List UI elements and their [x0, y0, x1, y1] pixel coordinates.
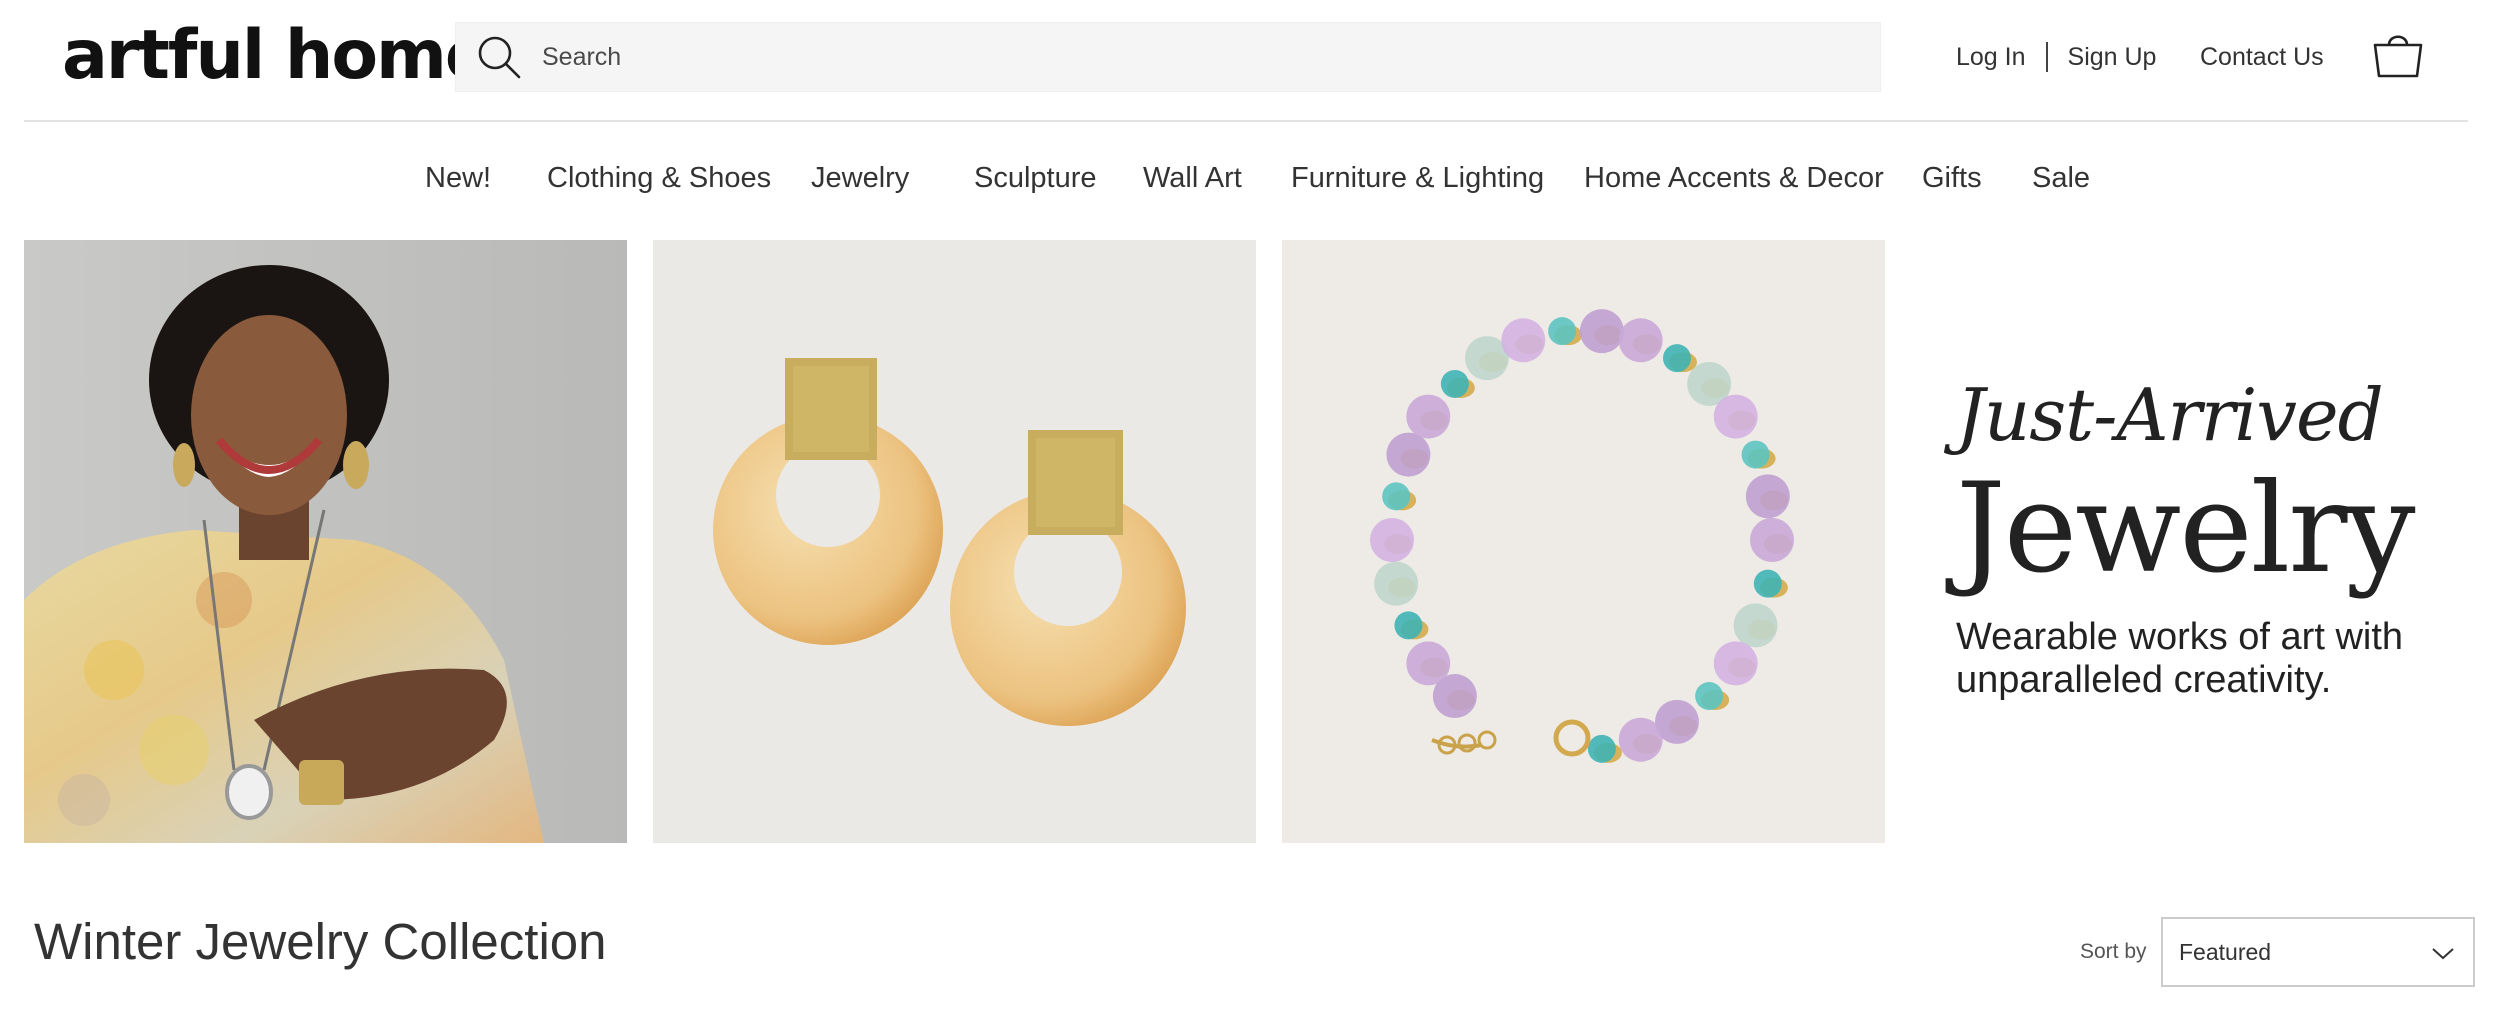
nav-item-home-accents-decor[interactable]: Home Accents & Decor [1584, 155, 1884, 201]
bracelet-bead [1548, 317, 1577, 346]
bracelet-bead [1386, 432, 1431, 477]
hero-promo: Just-Arrived Jewelry Wearable works of a… [1956, 370, 2476, 702]
sort-selected-value: Featured [2179, 938, 2272, 965]
collection-title: Winter Jewelry Collection [34, 913, 607, 970]
bracelet-bead [1394, 611, 1423, 640]
bracelet-bead [1663, 344, 1691, 373]
site-logo[interactable]: artful home [62, 20, 491, 92]
hero-subtitle-line-1: Wearable works of art with [1956, 616, 2404, 658]
bracelet-bead [1713, 641, 1758, 686]
contact-link[interactable]: Contact Us [2200, 38, 2324, 76]
header-divider [24, 120, 2468, 122]
hero-image-bracelet[interactable] [1282, 240, 1885, 843]
nav-item-new[interactable]: New! [425, 155, 491, 201]
hero-image-earrings[interactable] [653, 240, 1256, 843]
account-links: Log In Sign Up [1956, 38, 2156, 76]
hero-subtitle: Wearable works of art with unparalleled … [1956, 616, 2476, 702]
nav-item-furniture-lighting[interactable]: Furniture & Lighting [1291, 155, 1544, 201]
earrings-photo [653, 240, 1256, 843]
search-input[interactable] [542, 42, 1742, 72]
link-separator [2045, 42, 2048, 72]
bracelet-bead [1695, 682, 1724, 711]
hero-image-model[interactable] [24, 240, 627, 843]
nav-item-gifts[interactable]: Gifts [1922, 155, 1982, 201]
nav-item-clothing-shoes[interactable]: Clothing & Shoes [547, 155, 771, 201]
bracelet-bead [1741, 440, 1770, 469]
sort-label: Sort by [2080, 940, 2147, 963]
signup-link[interactable]: Sign Up [2068, 43, 2157, 72]
shopping-bag-icon[interactable] [2371, 28, 2425, 80]
bracelet-bead [1382, 482, 1411, 511]
bracelet-bead [1374, 561, 1419, 606]
bracelet-bead [1579, 309, 1624, 354]
nav-item-sculpture[interactable]: Sculpture [974, 155, 1097, 201]
search-icon[interactable] [476, 34, 522, 80]
model-photo [24, 240, 627, 843]
bracelet-bead [1501, 318, 1546, 363]
bracelet-bead [1713, 394, 1758, 439]
hero-subtitle-line-2: unparalleled creativity. [1956, 659, 2332, 701]
hero-eyebrow: Just-Arrived [1956, 373, 2384, 457]
bracelet-bead [1406, 641, 1451, 686]
login-link[interactable]: Log In [1956, 43, 2026, 72]
bracelet-bead [1618, 717, 1663, 762]
site-header: artful home Log In Sign Up Contact Us [0, 0, 2500, 122]
bracelet-bead [1745, 474, 1790, 519]
bracelet-photo [1282, 240, 1885, 843]
hero-title: Jewelry [1956, 457, 2416, 601]
bracelet-bead [1440, 369, 1469, 398]
bracelet-bead [1370, 518, 1414, 562]
sort-select[interactable]: Featured [2161, 917, 2475, 987]
bracelet-bead [1406, 394, 1451, 439]
main-nav: New! Clothing & Shoes Jewelry Sculpture … [0, 155, 2500, 201]
bracelet-bead [1733, 603, 1778, 648]
chevron-down-icon [2432, 948, 2454, 960]
nav-item-sale[interactable]: Sale [2032, 155, 2090, 201]
nav-item-wall-art[interactable]: Wall Art [1143, 155, 1242, 201]
bracelet-bead [1753, 569, 1782, 598]
search-bar[interactable] [455, 22, 1881, 92]
bracelet-bead [1750, 518, 1794, 562]
bracelet-bead [1618, 318, 1663, 363]
nav-item-jewelry[interactable]: Jewelry [811, 155, 909, 201]
bracelet-bead [1587, 734, 1616, 763]
